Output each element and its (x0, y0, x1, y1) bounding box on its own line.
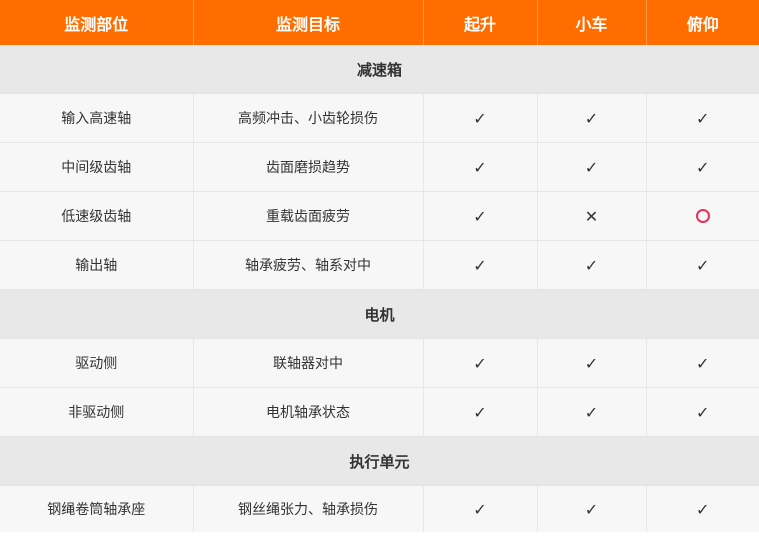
check-icon: ✓ (696, 157, 710, 177)
table-row: 低速级齿轴 重载齿面疲劳 ✓ ✕ (0, 191, 759, 241)
cell-target: 钢丝绳张力、轴承损伤 (193, 485, 424, 532)
header-monitoring-target: 监测目标 (193, 0, 424, 45)
cell-mark: ✓ (423, 338, 538, 388)
cell-mark: ✓ (646, 93, 759, 143)
cell-mark: ✓ (646, 485, 759, 532)
cell-mark: ✓ (423, 240, 538, 290)
cell-part: 输入高速轴 (0, 93, 194, 143)
cell-part: 驱动侧 (0, 338, 194, 388)
section-title: 电机 (0, 289, 759, 339)
cell-mark: ✓ (537, 93, 647, 143)
cell-mark: ✓ (537, 142, 647, 192)
check-icon: ✓ (473, 108, 487, 128)
cell-mark: ✓ (423, 485, 538, 532)
check-icon: ✓ (696, 353, 710, 373)
check-icon: ✓ (696, 108, 710, 128)
cell-mark: ✓ (423, 191, 538, 241)
header-monitoring-part: 监测部位 (0, 0, 194, 45)
section-row: 电机 (0, 289, 759, 339)
check-icon: ✓ (696, 255, 710, 275)
check-icon: ✓ (584, 402, 599, 422)
section-row: 执行单元 (0, 436, 759, 486)
cell-target: 电机轴承状态 (193, 387, 424, 437)
cell-target: 齿面磨损趋势 (193, 142, 424, 192)
check-icon: ✓ (473, 499, 487, 519)
cell-target: 联轴器对中 (193, 338, 424, 388)
check-icon: ✓ (696, 402, 710, 422)
check-icon: ✓ (584, 499, 599, 519)
table-row: 非驱动侧 电机轴承状态 ✓ ✓ ✓ (0, 387, 759, 437)
cell-target: 重载齿面疲劳 (193, 191, 424, 241)
table-row: 输出轴 轴承疲劳、轴系对中 ✓ ✓ ✓ (0, 240, 759, 290)
table-header: 监测部位 监测目标 起升 小车 俯仰 (0, 0, 759, 45)
check-icon: ✓ (473, 255, 487, 275)
check-icon: ✓ (473, 206, 487, 226)
table-row: 输入高速轴 高频冲击、小齿轮损伤 ✓ ✓ ✓ (0, 93, 759, 143)
check-icon: ✓ (584, 255, 599, 275)
cell-mark: ✓ (423, 93, 538, 143)
check-icon: ✓ (696, 499, 710, 519)
header-hoist: 起升 (423, 0, 538, 45)
cell-mark: ✓ (646, 142, 759, 192)
check-icon: ✓ (473, 157, 487, 177)
section-row: 减速箱 (0, 45, 759, 94)
cell-mark (646, 191, 759, 241)
cell-mark: ✓ (646, 338, 759, 388)
cell-mark: ✓ (423, 142, 538, 192)
cell-mark: ✓ (537, 240, 647, 290)
header-luffing: 俯仰 (646, 0, 759, 45)
circle-icon (695, 209, 710, 223)
cell-part: 中间级齿轴 (0, 142, 194, 192)
cell-mark: ✓ (423, 387, 538, 437)
cell-part: 低速级齿轴 (0, 191, 194, 241)
table-row: 驱动侧 联轴器对中 ✓ ✓ ✓ (0, 338, 759, 388)
table-row: 中间级齿轴 齿面磨损趋势 ✓ ✓ ✓ (0, 142, 759, 192)
check-icon: ✓ (473, 353, 487, 373)
cell-mark: ✓ (537, 387, 647, 437)
cell-mark: ✓ (537, 338, 647, 388)
cross-icon: ✕ (584, 206, 599, 226)
cell-mark: ✓ (646, 240, 759, 290)
cell-target: 高频冲击、小齿轮损伤 (193, 93, 424, 143)
cell-part: 非驱动侧 (0, 387, 194, 437)
header-row: 监测部位 监测目标 起升 小车 俯仰 (0, 0, 759, 45)
cell-mark: ✓ (646, 387, 759, 437)
header-trolley: 小车 (537, 0, 647, 45)
cell-part: 钢绳卷筒轴承座 (0, 485, 194, 532)
cell-mark: ✕ (537, 191, 647, 241)
check-icon: ✓ (584, 157, 599, 177)
table-body: 减速箱 输入高速轴 高频冲击、小齿轮损伤 ✓ ✓ ✓ 中间级齿轴 齿面磨损趋势 ✓ ✓ ✓ 低速级齿轴… (0, 45, 759, 532)
check-icon: ✓ (473, 402, 487, 422)
check-icon: ✓ (584, 108, 599, 128)
section-title: 减速箱 (0, 45, 759, 94)
monitoring-table: 监测部位 监测目标 起升 小车 俯仰 减速箱 输入高速轴 高频冲击、小齿轮损伤 ✓ ✓ ✓… (0, 0, 759, 532)
cell-target: 轴承疲劳、轴系对中 (193, 240, 424, 290)
check-icon: ✓ (584, 353, 599, 373)
section-title: 执行单元 (0, 436, 759, 486)
cell-mark: ✓ (537, 485, 647, 532)
table-row: 钢绳卷筒轴承座 钢丝绳张力、轴承损伤 ✓ ✓ ✓ (0, 485, 759, 532)
cell-part: 输出轴 (0, 240, 194, 290)
